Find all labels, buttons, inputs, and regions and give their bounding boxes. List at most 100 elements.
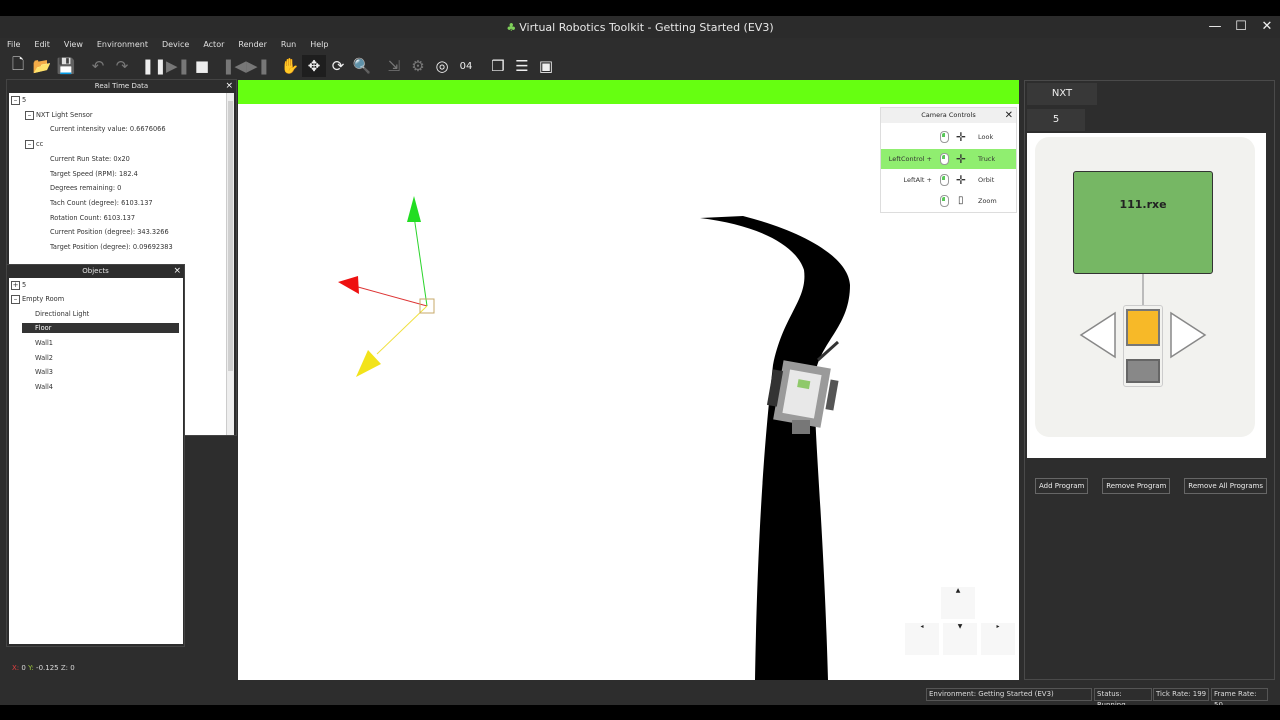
rotate-icon[interactable]: ⟳	[326, 55, 350, 77]
menu-environment[interactable]: Environment	[90, 38, 155, 52]
nav-left-button[interactable]: ◂	[905, 623, 939, 655]
pause-icon[interactable]: ❚❚	[141, 55, 166, 77]
nav-up-button[interactable]: ▲	[941, 587, 975, 619]
close-button[interactable]: ✕	[1254, 16, 1280, 38]
hand-icon[interactable]: ✋	[278, 55, 302, 77]
maximize-button[interactable]: ☐	[1228, 16, 1254, 38]
brick-lcd-text: 111.rxe	[1119, 198, 1167, 211]
open-folder-icon[interactable]: 📂	[30, 55, 54, 77]
import-icon[interactable]: ⇲	[382, 55, 406, 77]
brick-left-arrow-icon[interactable]	[1079, 311, 1119, 361]
object-item[interactable]: Directional Light	[35, 309, 89, 319]
cube-icon[interactable]: ❒	[486, 55, 510, 77]
realtime-data-close-button[interactable]: ×	[225, 80, 233, 92]
menu-device[interactable]: Device	[155, 38, 196, 52]
menu-run[interactable]: Run	[274, 38, 303, 52]
skip-back-icon[interactable]: ❚◀	[222, 55, 246, 77]
object-item[interactable]: Wall2	[35, 353, 53, 363]
settings-icon[interactable]: ⚙	[406, 55, 430, 77]
save-icon[interactable]: 💾	[54, 55, 78, 77]
monitor-icon[interactable]: ▣	[534, 55, 558, 77]
menu-file[interactable]: File	[0, 38, 27, 52]
objects-panel: Objects × +5 – Empty Room Directional Lig…	[6, 264, 185, 647]
collapse-icon[interactable]: –	[25, 139, 34, 149]
undo-icon[interactable]: ↶	[86, 55, 110, 77]
skip-forward-icon[interactable]: ▶❚	[246, 55, 270, 77]
menu-actor[interactable]: Actor	[196, 38, 231, 52]
objects-tree: +5 – Empty Room Directional Light Floor W…	[9, 278, 183, 644]
status-frame-rate: Frame Rate: 50	[1211, 688, 1268, 709]
menu-render[interactable]: Render	[231, 38, 273, 52]
object-item-selected[interactable]: Floor	[22, 323, 179, 333]
tab-5[interactable]: 5	[1027, 109, 1085, 131]
gizmo-x-cone[interactable]	[338, 276, 359, 294]
rt-current-position: Current Position (degree): 343.3266	[50, 228, 169, 236]
status-environment: Environment: Getting Started (EV3)	[926, 688, 1092, 701]
camera-controls-title: Camera Controls ✕	[881, 108, 1016, 123]
realtime-data-title-text: Real Time Data	[94, 82, 149, 90]
counter-icon[interactable]: 04	[454, 55, 478, 77]
z-label: Z:	[60, 664, 69, 672]
new-file-icon[interactable]: 🗋	[6, 55, 30, 77]
objects-root[interactable]: 5	[22, 281, 26, 289]
objects-close-button[interactable]: ×	[173, 265, 181, 277]
layers-icon[interactable]: ☰	[510, 55, 534, 77]
nav-right-button[interactable]: ▸	[981, 623, 1015, 655]
tab-nxt[interactable]: NXT	[1027, 83, 1097, 105]
brick-back-button[interactable]	[1126, 359, 1160, 383]
stop-icon[interactable]: ■	[190, 55, 214, 77]
add-program-button[interactable]: Add Program	[1035, 478, 1089, 494]
zoom-icon[interactable]: 🔍	[350, 55, 374, 77]
rt-motor-title: cc	[36, 140, 44, 148]
x-value: 0	[21, 664, 26, 672]
objects-title-text: Objects	[82, 267, 109, 275]
gizmo-x-axis	[357, 286, 428, 307]
move-arrows-icon: ✛	[956, 152, 967, 166]
minimize-button[interactable]: —	[1202, 16, 1228, 38]
camera-row-look: ✛ Look	[881, 127, 1016, 147]
rt-degrees-remaining: Degrees remaining: 0	[50, 184, 122, 192]
object-item[interactable]: Wall3	[35, 367, 53, 377]
remove-program-button[interactable]: Remove Program	[1102, 478, 1171, 494]
toolbar: 🗋 📂 💾 ↶ ↷ ❚❚ ▶❚ ■ ❚◀ ▶❚ ✋ ✥ ⟳ 🔍 ⇲ ⚙ ◎ 04…	[6, 54, 558, 78]
collapse-icon[interactable]: –	[11, 294, 20, 304]
camera-row-zoom: ▯ Zoom	[881, 191, 1016, 211]
letterbox-top	[0, 0, 1280, 16]
menu-view[interactable]: View	[57, 38, 90, 52]
mouse-icon	[940, 153, 949, 165]
rt-intensity: Current intensity value: 0.6676066	[50, 125, 166, 133]
app-window: ♣ Virtual Robotics Toolkit - Getting Sta…	[0, 16, 1280, 709]
nxt-brick: 111.rxe	[1035, 137, 1255, 437]
title-bar: ♣ Virtual Robotics Toolkit - Getting Sta…	[0, 16, 1280, 38]
menu-help[interactable]: Help	[303, 38, 335, 52]
status-bar: Environment: Getting Started (EV3) Statu…	[0, 685, 1280, 709]
move-arrows-icon: ✛	[956, 173, 967, 187]
y-label: Y:	[28, 664, 34, 672]
camera-controls-close-button[interactable]: ✕	[1005, 108, 1013, 123]
step-icon[interactable]: ▶❚	[166, 55, 190, 77]
objects-room[interactable]: Empty Room	[22, 295, 64, 303]
target-icon[interactable]: ◎	[430, 55, 454, 77]
collapse-icon[interactable]: –	[25, 110, 34, 120]
brick-enter-button[interactable]	[1126, 309, 1160, 346]
coordinate-readout: X: 0 Y: -0.125 Z: 0	[12, 664, 75, 672]
menu-edit[interactable]: Edit	[27, 38, 57, 52]
gizmo-y-cone[interactable]	[407, 196, 421, 222]
camera-row-truck: LeftControl + ✛ Truck	[881, 149, 1016, 169]
rt-root: 5	[22, 96, 27, 104]
expand-icon[interactable]: +	[11, 280, 20, 290]
nav-down-button[interactable]: ▼	[943, 623, 977, 655]
object-item[interactable]: Wall1	[35, 338, 53, 348]
object-item[interactable]: Wall4	[35, 382, 53, 392]
realtime-data-scrollbar[interactable]	[226, 93, 234, 435]
redo-icon[interactable]: ↷	[110, 55, 134, 77]
mouse-icon	[940, 131, 949, 143]
rt-target-position: Target Position (degree): 0.09692383	[50, 243, 173, 251]
move-icon[interactable]: ✥	[302, 55, 326, 77]
remove-all-programs-button[interactable]: Remove All Programs	[1184, 478, 1267, 494]
rt-sensor-title: NXT Light Sensor	[36, 111, 93, 119]
z-value: 0	[70, 664, 75, 672]
brick-right-arrow-icon[interactable]	[1167, 311, 1207, 361]
collapse-icon[interactable]: –	[11, 95, 20, 105]
window-title: Virtual Robotics Toolkit - Getting Start…	[519, 20, 774, 34]
